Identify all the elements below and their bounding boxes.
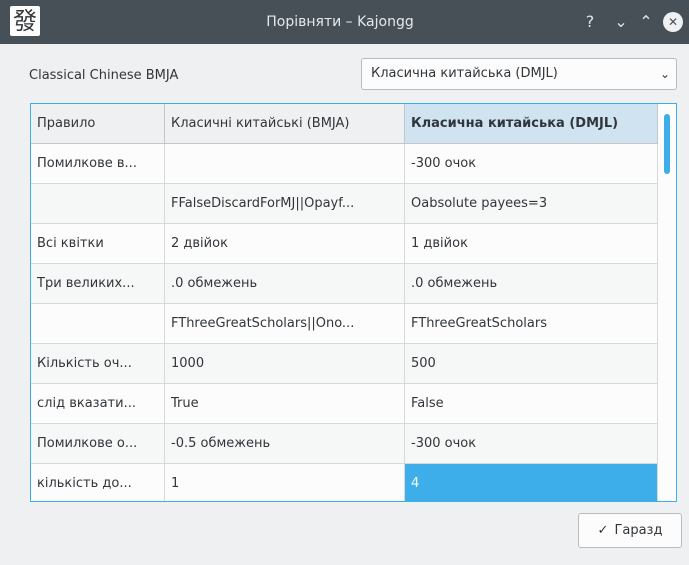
bmja-cell[interactable]: 1 bbox=[165, 464, 405, 501]
close-icon[interactable]: ✕ bbox=[663, 12, 683, 32]
table-row[interactable]: кількість до... 1 4 bbox=[31, 464, 658, 501]
dmjl-cell[interactable]: Oabsolute payees=3 bbox=[405, 184, 658, 224]
table-row[interactable]: Всі квітки 2 двійок 1 двійок bbox=[31, 224, 658, 264]
bmja-cell[interactable]: 1000 bbox=[165, 344, 405, 384]
table-header: Правило Класичні китайські (BMJA) Класич… bbox=[31, 104, 658, 144]
chevron-down-icon: ⌄ bbox=[659, 67, 670, 81]
bmja-cell[interactable]: True bbox=[165, 384, 405, 424]
check-icon: ✓ bbox=[597, 523, 609, 538]
ok-button[interactable]: ✓ Гаразд bbox=[578, 513, 682, 548]
bmja-cell[interactable]: 2 двійок bbox=[165, 224, 405, 264]
table-row[interactable]: слід вказати... True False bbox=[31, 384, 658, 424]
vertical-scrollbar[interactable] bbox=[658, 104, 676, 501]
rule-cell[interactable] bbox=[31, 184, 165, 224]
bmja-cell[interactable] bbox=[165, 144, 405, 184]
table-row[interactable]: Помилкове в... -300 очок bbox=[31, 144, 658, 184]
table-row[interactable]: FFalseDiscardForMJ||Opayf... Oabsolute p… bbox=[31, 184, 658, 224]
rule-cell[interactable]: Помилкове в... bbox=[31, 144, 165, 184]
dmjl-cell[interactable]: -300 очок bbox=[405, 424, 658, 464]
rule-cell[interactable]: Всі квітки bbox=[31, 224, 165, 264]
bmja-cell[interactable]: FFalseDiscardForMJ||Opayf... bbox=[165, 184, 405, 224]
ok-button-label: Гаразд bbox=[614, 523, 663, 538]
rule-cell[interactable]: Помилкове о... bbox=[31, 424, 165, 464]
dmjl-cell[interactable]: False bbox=[405, 384, 658, 424]
title-bar[interactable]: 發 Порівняти – Kajongg ? ⌄ ⌃ ✕ bbox=[0, 0, 689, 44]
rule-cell[interactable] bbox=[31, 304, 165, 344]
bmja-cell[interactable]: -0.5 обмежень bbox=[165, 424, 405, 464]
window-title: Порівняти – Kajongg bbox=[266, 14, 414, 30]
table-row[interactable]: FThreeGreatScholars||Ono... FThreeGreatS… bbox=[31, 304, 658, 344]
dmjl-cell[interactable]: .0 обмежень bbox=[405, 264, 658, 304]
dmjl-cell[interactable]: -300 очок bbox=[405, 144, 658, 184]
rules-comparison-table[interactable]: Правило Класичні китайські (BMJA) Класич… bbox=[30, 103, 677, 502]
bmja-cell[interactable]: FThreeGreatScholars||Ono... bbox=[165, 304, 405, 344]
ruleset-combobox-value: Класична китайська (DMJL) bbox=[371, 66, 558, 81]
rule-cell[interactable]: Кількість оч... bbox=[31, 344, 165, 384]
scrollbar-thumb[interactable] bbox=[664, 114, 670, 174]
column-header-dmjl[interactable]: Класична китайська (DMJL) bbox=[405, 104, 658, 144]
current-ruleset-label: Classical Chinese BMJA bbox=[29, 68, 179, 83]
ruleset-combobox[interactable]: Класична китайська (DMJL) ⌄ bbox=[361, 58, 677, 90]
dmjl-cell[interactable]: 1 двійок bbox=[405, 224, 658, 264]
rule-cell[interactable]: слід вказати... bbox=[31, 384, 165, 424]
bmja-cell[interactable]: .0 обмежень bbox=[165, 264, 405, 304]
table-row[interactable]: Три великих... .0 обмежень .0 обмежень bbox=[31, 264, 658, 304]
rule-cell[interactable]: Три великих... bbox=[31, 264, 165, 304]
table-row[interactable]: Помилкове о... -0.5 обмежень -300 очок bbox=[31, 424, 658, 464]
dmjl-cell-selected[interactable]: 4 bbox=[405, 464, 658, 501]
column-header-rule[interactable]: Правило bbox=[31, 104, 165, 144]
help-icon[interactable]: ? bbox=[578, 10, 602, 34]
dmjl-cell[interactable]: 500 bbox=[405, 344, 658, 384]
kajongg-app-icon: 發 bbox=[10, 6, 40, 36]
dmjl-cell[interactable]: FThreeGreatScholars bbox=[405, 304, 658, 344]
table-row[interactable]: Кількість оч... 1000 500 bbox=[31, 344, 658, 384]
minimize-icon[interactable]: ⌄ bbox=[609, 10, 633, 34]
column-header-bmja[interactable]: Класичні китайські (BMJA) bbox=[165, 104, 405, 144]
maximize-icon[interactable]: ⌃ bbox=[634, 10, 658, 34]
rule-cell[interactable]: кількість до... bbox=[31, 464, 165, 501]
